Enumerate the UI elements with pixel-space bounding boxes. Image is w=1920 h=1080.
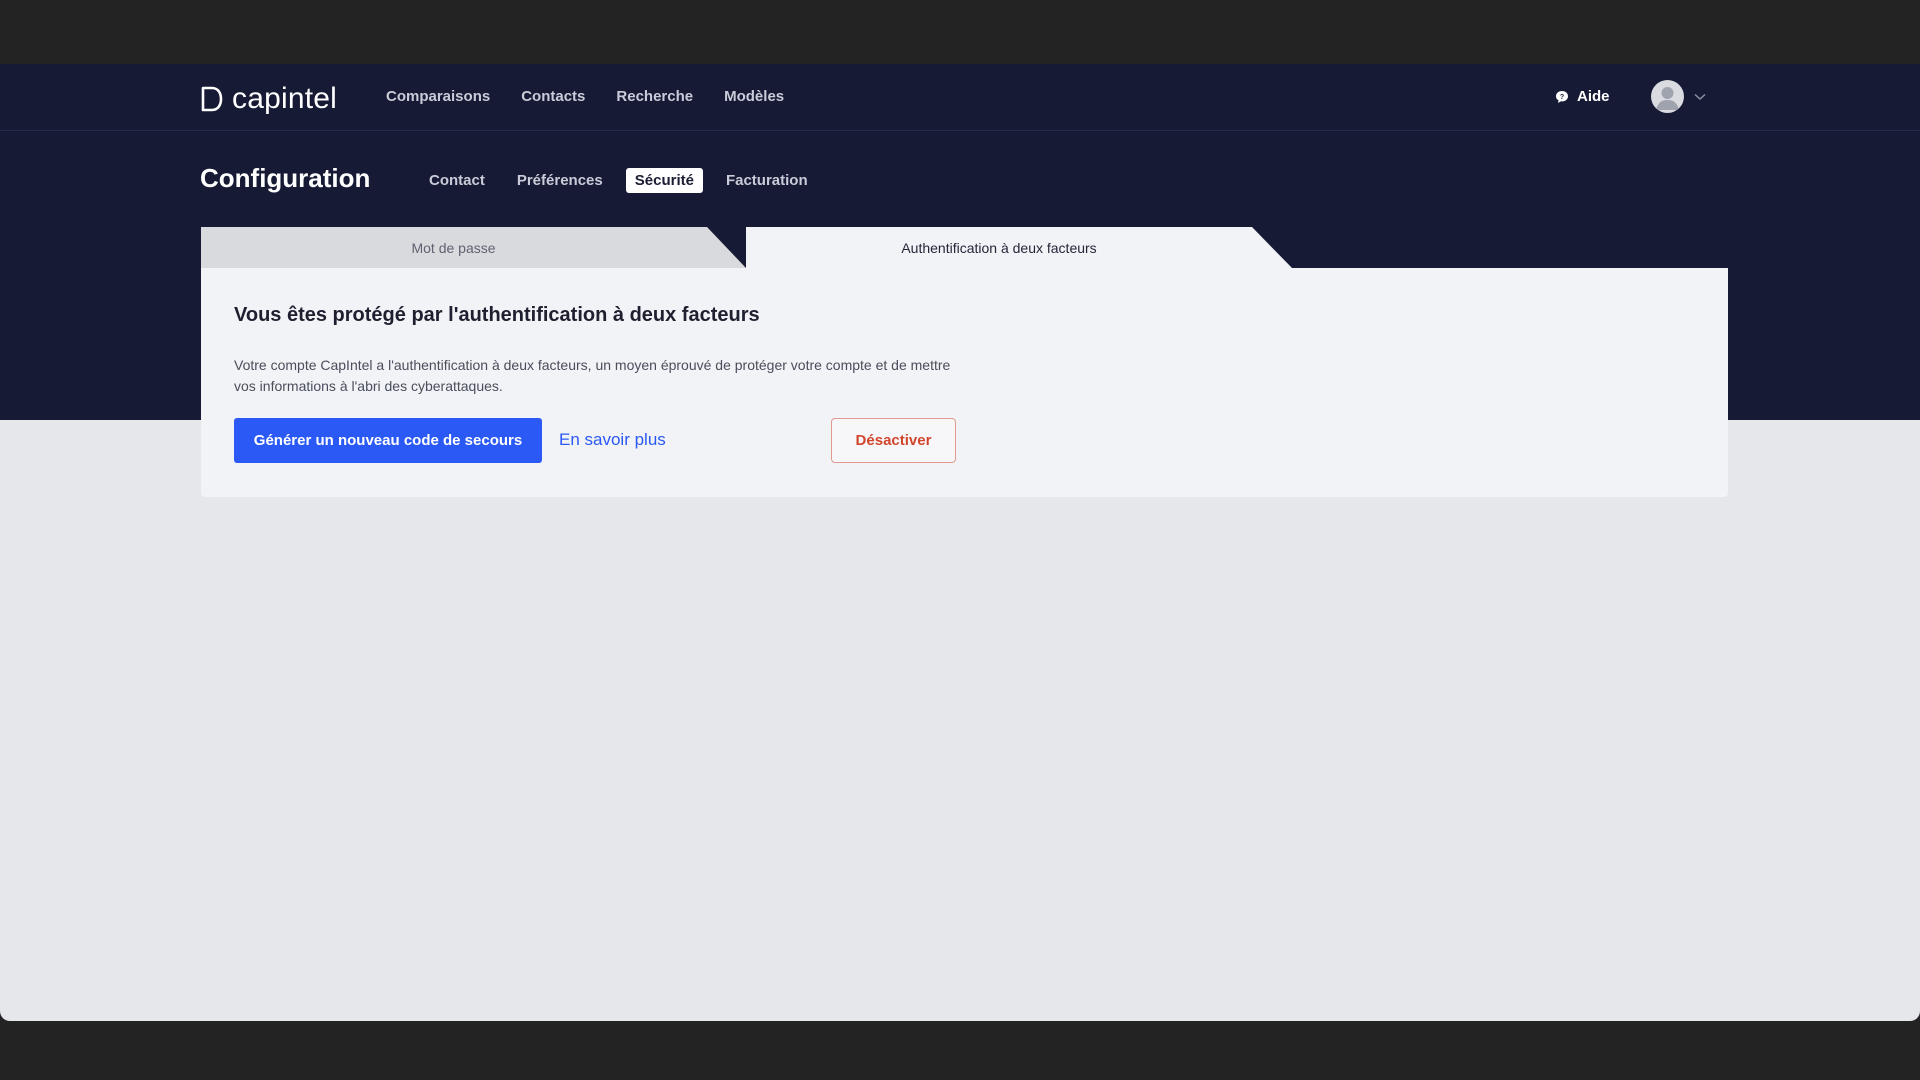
svg-text:?: ? xyxy=(1560,94,1564,101)
user-icon xyxy=(1656,87,1679,110)
main-nav: Comparaisons Contacts Recherche Modèles xyxy=(386,88,784,105)
logo[interactable]: capintel xyxy=(200,82,337,116)
capintel-logo-icon xyxy=(201,86,223,112)
user-menu[interactable] xyxy=(1651,80,1706,113)
nav-link-modeles[interactable]: Modèles xyxy=(724,88,784,105)
chevron-down-icon xyxy=(1694,93,1706,100)
disable-button[interactable]: Désactiver xyxy=(831,418,956,463)
nav-link-comparaisons[interactable]: Comparaisons xyxy=(386,88,490,105)
app-window: capintel Comparaisons Contacts Recherche… xyxy=(0,64,1920,1021)
tab-contact[interactable]: Contact xyxy=(420,168,494,193)
subtab-password-label: Mot de passe xyxy=(411,239,496,256)
two-factor-description: Votre compte CapIntel a l'authentificati… xyxy=(234,357,951,394)
help-button[interactable]: ? Aide xyxy=(1555,88,1610,105)
generate-backup-code-button[interactable]: Générer un nouveau code de secours xyxy=(234,418,542,463)
security-subtabs: Mot de passe Authentification à deux fac… xyxy=(201,227,1728,268)
top-navigation: capintel Comparaisons Contacts Recherche… xyxy=(0,64,1920,131)
two-factor-title: Vous êtes protégé par l'authentification… xyxy=(234,304,760,326)
help-bubble-icon: ? xyxy=(1556,90,1568,103)
learn-more-link[interactable]: En savoir plus xyxy=(559,430,666,450)
logo-text: capintel xyxy=(232,82,338,115)
avatar xyxy=(1651,80,1684,113)
nav-link-contacts[interactable]: Contacts xyxy=(521,88,585,105)
tab-securite[interactable]: Sécurité xyxy=(625,168,703,193)
subtab-two-factor-label: Authentification à deux facteurs xyxy=(901,239,1097,256)
page-title: Configuration xyxy=(200,163,371,193)
security-panel: Mot de passe Authentification à deux fac… xyxy=(201,227,1728,497)
nav-link-recherche[interactable]: Recherche xyxy=(616,88,693,105)
subtab-two-factor[interactable]: Authentification à deux facteurs xyxy=(746,227,1292,268)
two-factor-card: Vous êtes protégé par l'authentification… xyxy=(201,268,1728,497)
help-label: Aide xyxy=(1577,88,1610,105)
tab-facturation[interactable]: Facturation xyxy=(717,168,817,193)
tab-preferences[interactable]: Préférences xyxy=(508,168,612,193)
subtab-password[interactable]: Mot de passe xyxy=(201,227,746,268)
config-tabs: Contact Préférences Sécurité Facturation xyxy=(420,168,817,193)
